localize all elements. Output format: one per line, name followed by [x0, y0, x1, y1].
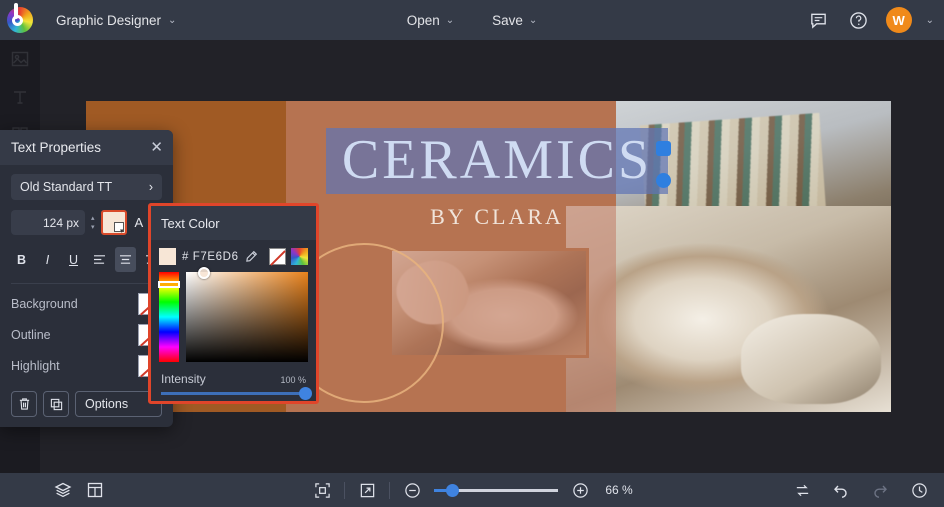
open-button[interactable]: Open ⌄	[395, 7, 466, 34]
toolbar-separator	[389, 482, 390, 499]
gradient-swatch[interactable]	[291, 248, 308, 265]
panel-divider	[11, 283, 162, 284]
chevron-down-icon: ⌄	[446, 15, 454, 26]
history-clock-icon[interactable]	[908, 479, 930, 501]
top-right-actions: W ⌄	[806, 0, 934, 40]
color-picker-header: Text Color	[151, 206, 316, 240]
align-left-button[interactable]	[89, 247, 110, 272]
hex-value-input[interactable]: # F7E6D6	[182, 251, 239, 263]
avatar[interactable]: W	[886, 7, 912, 33]
color-preview-swatch	[159, 248, 176, 265]
color-picker-title: Text Color	[161, 216, 220, 231]
app-logo-icon	[7, 7, 33, 33]
zoom-in-button[interactable]	[569, 479, 591, 501]
background-label: Background	[11, 297, 78, 311]
text-format-icon[interactable]: A	[135, 215, 144, 230]
selection-handle-top-right[interactable]	[656, 141, 671, 156]
intensity-row: Intensity 100 %	[151, 362, 316, 386]
avatar-chevron-down-icon[interactable]: ⌄	[926, 15, 934, 26]
chevron-down-icon: ⌄	[529, 15, 537, 26]
bold-label: B	[17, 253, 26, 267]
text-properties-header: Text Properties ✕	[0, 130, 173, 165]
font-size-value: 124 px	[43, 216, 79, 230]
rail-item-text[interactable]	[0, 78, 40, 116]
panel-action-row: Options	[11, 391, 162, 417]
document-title-dropdown[interactable]: Graphic Designer ⌄	[46, 7, 186, 34]
canvas-headline-text: CERAMICS	[326, 128, 668, 194]
text-format-row: B I U	[11, 247, 162, 272]
outline-label: Outline	[11, 328, 51, 342]
selection-handle-mid-right[interactable]	[656, 173, 671, 188]
intensity-label: Intensity	[161, 372, 206, 386]
layers-icon[interactable]	[52, 479, 74, 501]
background-row[interactable]: Background	[11, 288, 162, 319]
open-button-label: Open	[407, 13, 440, 28]
saturation-value-cursor[interactable]	[198, 267, 210, 279]
zoom-level-value: 66 %	[605, 483, 632, 497]
color-picker-main	[151, 265, 316, 362]
delete-button[interactable]	[11, 391, 37, 417]
canvas-subheadline-text: BY CLARA	[326, 204, 668, 230]
color-picker-hex-row: # F7E6D6	[151, 240, 316, 265]
text-color-picker-popup: Text Color # F7E6D6 Intensity	[148, 203, 319, 404]
intensity-slider-knob[interactable]	[299, 387, 312, 400]
swap-icon[interactable]	[791, 479, 813, 501]
save-button-label: Save	[492, 13, 523, 28]
redo-icon[interactable]	[869, 479, 891, 501]
save-button[interactable]: Save ⌄	[480, 7, 549, 34]
stepper-up-icon[interactable]: ▴	[91, 215, 95, 222]
font-size-input[interactable]: 124 px	[11, 210, 85, 235]
layout-icon[interactable]	[84, 479, 106, 501]
outline-row[interactable]: Outline	[11, 319, 162, 350]
app-logo-wrapper[interactable]	[0, 0, 40, 40]
top-toolbar: Graphic Designer ⌄ Open ⌄ Save ⌄	[0, 0, 944, 40]
undo-icon[interactable]	[830, 479, 852, 501]
font-size-row: 124 px ▴ ▾ A	[11, 210, 162, 235]
expand-icon[interactable]	[356, 479, 378, 501]
eyedropper-icon[interactable]	[245, 250, 258, 263]
zoom-slider-knob[interactable]	[446, 484, 459, 497]
help-icon[interactable]	[846, 7, 872, 33]
text-color-swatch[interactable]	[101, 210, 127, 235]
intensity-slider-fill	[161, 392, 306, 395]
zoom-slider[interactable]	[434, 489, 558, 492]
intensity-value: 100 %	[280, 375, 306, 385]
hue-strip[interactable]	[159, 272, 179, 362]
color-picker-extra-swatches	[269, 248, 308, 265]
underline-label: U	[69, 253, 78, 267]
highlight-label: Highlight	[11, 359, 60, 373]
align-center-button[interactable]	[115, 247, 136, 272]
bottom-left-actions	[0, 479, 106, 501]
hue-cursor[interactable]	[158, 281, 180, 288]
fit-to-screen-icon[interactable]	[311, 479, 333, 501]
transparent-swatch[interactable]	[269, 248, 286, 265]
chevron-right-icon: ›	[149, 180, 153, 194]
chevron-down-icon: ⌄	[168, 15, 176, 26]
bottom-right-actions	[791, 479, 930, 501]
bottom-toolbar: 66 %	[0, 473, 944, 507]
close-icon[interactable]: ✕	[150, 140, 163, 155]
highlight-row[interactable]: Highlight	[11, 350, 162, 381]
toolbar-separator	[344, 482, 345, 499]
text-properties-title: Text Properties	[11, 140, 101, 155]
font-family-select[interactable]: Old Standard TT ›	[11, 174, 162, 200]
zoom-out-button[interactable]	[401, 479, 423, 501]
underline-button[interactable]: U	[63, 247, 84, 272]
font-size-stepper[interactable]: ▴ ▾	[91, 215, 95, 231]
italic-label: I	[46, 253, 49, 267]
saturation-value-area[interactable]	[186, 272, 308, 362]
duplicate-button[interactable]	[43, 391, 69, 417]
bold-button[interactable]: B	[11, 247, 32, 272]
stepper-down-icon[interactable]: ▾	[91, 224, 95, 231]
font-family-value: Old Standard TT	[20, 180, 112, 194]
document-title-label: Graphic Designer	[56, 13, 161, 28]
intensity-slider[interactable]	[161, 392, 306, 395]
options-label: Options	[85, 397, 128, 411]
app-window: Graphic Designer ⌄ Open ⌄ Save ⌄	[0, 0, 944, 507]
chat-icon[interactable]	[806, 7, 832, 33]
italic-button[interactable]: I	[37, 247, 58, 272]
canvas-headline-textbox[interactable]: CERAMICS BY CLARA	[326, 128, 668, 230]
rail-item-image[interactable]	[0, 40, 40, 78]
